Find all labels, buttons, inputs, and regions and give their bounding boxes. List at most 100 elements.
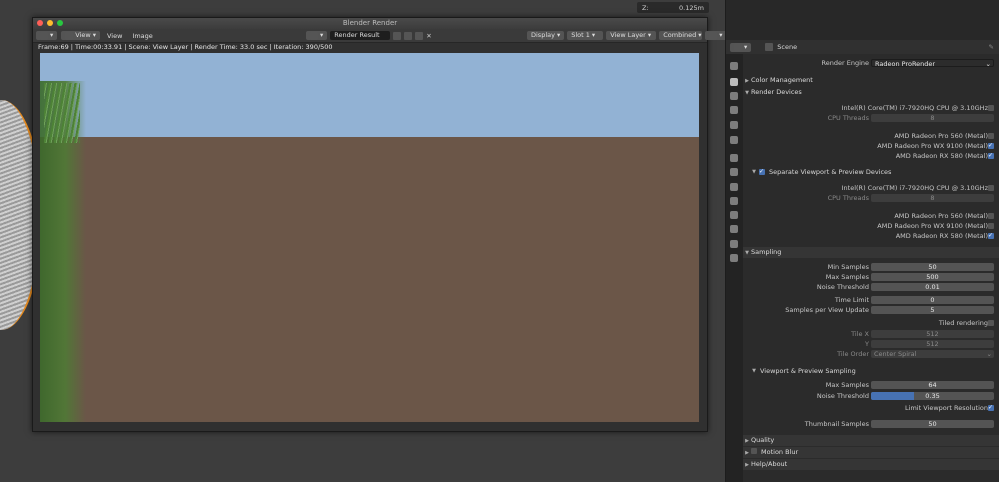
close-window-button[interactable]: [37, 20, 43, 26]
image-browse-button[interactable]: ▾: [306, 31, 328, 40]
tile-order-dropdown[interactable]: Center Spiral ⌄: [871, 350, 994, 358]
tiled-rendering-checkbox[interactable]: [988, 320, 994, 326]
time-limit-field[interactable]: 0: [871, 296, 994, 304]
view-layer-dropdown[interactable]: View Layer ▾: [606, 31, 657, 40]
separate-devices-checkbox[interactable]: [759, 167, 765, 176]
cpu-device-checkbox[interactable]: [988, 105, 994, 111]
editor-type-button[interactable]: ▾: [730, 42, 752, 52]
editor-type-button[interactable]: ▾: [36, 31, 58, 40]
noise-threshold-field[interactable]: 0.01: [871, 283, 994, 291]
limit-viewport-res-checkbox[interactable]: [988, 403, 994, 412]
tool-tab-icon[interactable]: [730, 62, 738, 70]
render-engine-dropdown[interactable]: Radeon ProRender ⌄: [871, 59, 994, 68]
separate-devices-label: Separate Viewport & Preview Devices: [769, 168, 892, 176]
image-name-field[interactable]: Render Result: [330, 31, 391, 40]
render-devices-panel-header[interactable]: ▼ Render Devices: [743, 87, 999, 98]
gpu3-label: AMD Radeon RX 580 (Metal): [895, 152, 988, 160]
physics-tab-icon[interactable]: [730, 197, 738, 205]
min-samples-field[interactable]: 50: [871, 263, 994, 271]
thumbnail-samples-label: Thumbnail Samples: [804, 420, 869, 428]
view-layer-tab-icon[interactable]: [730, 106, 738, 114]
object-tab-icon[interactable]: [730, 154, 738, 162]
z-value: 0.125m: [679, 3, 704, 12]
new-image-icon[interactable]: [404, 31, 413, 40]
constraints-tab-icon[interactable]: [730, 211, 738, 219]
vp-max-samples-field[interactable]: 64: [871, 381, 994, 389]
tile-order-label: Tile Order: [837, 350, 869, 358]
vp-noise-threshold-label: Noise Threshold: [816, 392, 869, 400]
view-mode-dropdown[interactable]: View ▾: [61, 31, 100, 40]
cpu-device-label: Intel(R) Core(TM) i7-7920HQ CPU @ 3.10GH…: [841, 104, 988, 112]
fake-user-icon[interactable]: [393, 31, 402, 40]
samples-per-update-field[interactable]: 5: [871, 306, 994, 314]
vp-gpu2-checkbox[interactable]: [988, 223, 994, 229]
vp-cpu-threads-label: CPU Threads: [827, 194, 869, 202]
collapse-triangle-icon[interactable]: ▼: [750, 367, 758, 376]
properties-header: ▾ Scene ✎: [726, 40, 999, 54]
menu-image[interactable]: Image: [129, 32, 155, 40]
gpu1-checkbox[interactable]: [988, 133, 994, 139]
world-tab-icon[interactable]: [730, 136, 738, 144]
outliner-panel[interactable]: [725, 0, 999, 40]
render-tab-icon[interactable]: [730, 78, 738, 86]
image-editor-icon: [40, 31, 48, 40]
open-image-icon[interactable]: [415, 31, 424, 40]
max-samples-label: Max Samples: [825, 273, 869, 281]
collapse-triangle-icon[interactable]: ▼: [750, 168, 758, 177]
render-pass-dropdown[interactable]: Combined ▾: [659, 31, 703, 40]
texture-tab-icon[interactable]: [730, 240, 738, 248]
display-channels-dropdown[interactable]: ▾: [705, 31, 727, 40]
motion-blur-checkbox[interactable]: [751, 448, 757, 454]
output-tab-icon[interactable]: [730, 92, 738, 100]
vp-gpu3-checkbox[interactable]: [988, 231, 994, 240]
chevron-down-icon: ⌄: [986, 350, 992, 358]
properties-icon: [734, 43, 742, 51]
vp-gpu1-checkbox[interactable]: [988, 213, 994, 219]
vp-cpu-threads-field[interactable]: 8: [871, 194, 994, 202]
view-icon: [65, 31, 74, 40]
tile-x-field[interactable]: 512: [871, 330, 994, 338]
menu-view[interactable]: View: [104, 32, 125, 40]
quality-panel-header[interactable]: ▶ Quality: [743, 435, 999, 446]
window-titlebar[interactable]: Blender Render: [33, 18, 707, 29]
particles-tab-icon[interactable]: [730, 168, 738, 176]
zoom-window-button[interactable]: [57, 20, 63, 26]
slider-fill: [871, 392, 915, 400]
modifier-tab-icon[interactable]: [730, 183, 738, 191]
vp-noise-threshold-slider[interactable]: 0.35: [871, 392, 994, 400]
tile-y-field[interactable]: 512: [871, 340, 994, 348]
vp-gpu3-label: AMD Radeon RX 580 (Metal): [895, 232, 988, 240]
data-tab-icon[interactable]: [730, 254, 738, 262]
thumbnail-samples-field[interactable]: 50: [871, 420, 994, 428]
scene-icon: [765, 43, 774, 51]
slot-dropdown[interactable]: Slot 1 ▾: [567, 31, 604, 40]
time-limit-label: Time Limit: [834, 296, 869, 304]
motion-blur-panel-header[interactable]: ▶ Motion Blur: [743, 447, 999, 458]
sampling-panel-header[interactable]: ▼ Sampling: [743, 247, 999, 258]
material-tab-icon[interactable]: [730, 225, 738, 233]
gpu2-checkbox[interactable]: [988, 141, 994, 150]
render-window[interactable]: Blender Render ▾ View ▾ View Image ▾ Rend…: [32, 17, 727, 432]
sky-region: [40, 53, 699, 137]
properties-tab-bar: [726, 54, 743, 482]
samples-per-update-label: Samples per View Update: [785, 306, 869, 314]
z-label: Z:: [642, 3, 649, 12]
render-result-image[interactable]: [40, 53, 699, 422]
z-coordinate-field[interactable]: Z: 0.125m: [637, 2, 709, 13]
help-about-panel-header[interactable]: ▶ Help/About: [743, 459, 999, 470]
vp-max-samples-label: Max Samples: [825, 381, 869, 389]
display-dropdown[interactable]: Display ▾: [527, 31, 565, 40]
pin-icon[interactable]: ✎: [989, 43, 994, 51]
image-icon: [310, 31, 318, 40]
vp-gpu2-label: AMD Radeon Pro WX 9100 (Metal): [877, 222, 988, 230]
gpu3-checkbox[interactable]: [988, 151, 994, 160]
chevron-down-icon: ⌄: [985, 60, 991, 68]
unlink-icon[interactable]: ✕: [426, 32, 431, 40]
max-samples-field[interactable]: 500: [871, 273, 994, 281]
minimize-window-button[interactable]: [47, 20, 53, 26]
scene-tab-icon[interactable]: [730, 121, 738, 129]
vp-cpu-device-label: Intel(R) Core(TM) i7-7920HQ CPU @ 3.10GH…: [841, 184, 988, 192]
color-management-panel-header[interactable]: ▶ Color Management: [743, 75, 999, 86]
vp-cpu-device-checkbox[interactable]: [988, 185, 994, 191]
cpu-threads-field[interactable]: 8: [871, 114, 994, 122]
